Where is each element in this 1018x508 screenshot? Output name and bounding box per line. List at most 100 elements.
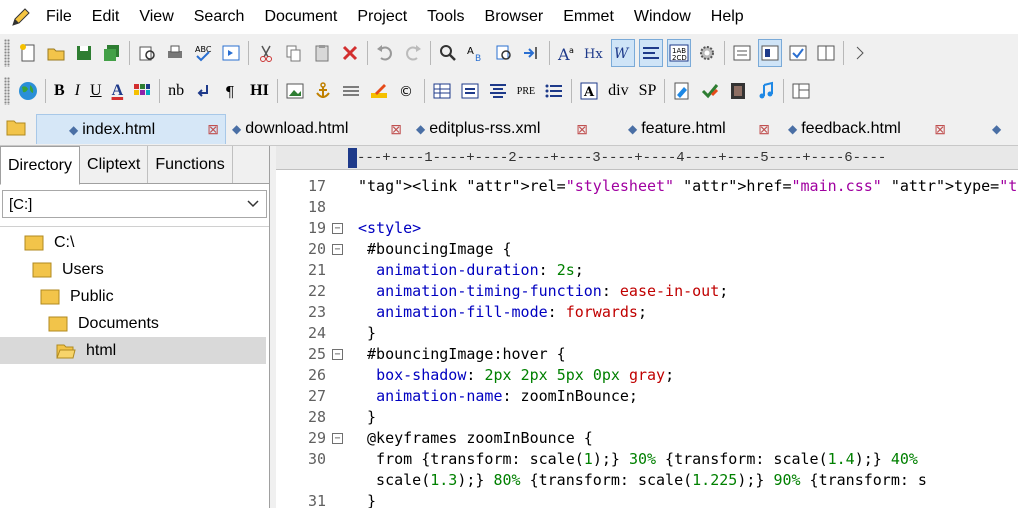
tree-item-public[interactable]: Public [40, 283, 114, 310]
menu-search[interactable]: Search [184, 0, 255, 34]
code-line[interactable]: 28 } [276, 407, 1018, 428]
font-tag-icon[interactable]: A [577, 77, 601, 105]
code-line[interactable]: scale(1.3);} 80% {transform: scale(1.225… [276, 470, 1018, 491]
menu-browser[interactable]: Browser [475, 0, 554, 34]
div-button[interactable]: div [605, 77, 631, 105]
word-wrap-icon[interactable]: W [611, 39, 635, 67]
menu-project[interactable]: Project [347, 0, 417, 34]
menu-edit[interactable]: Edit [82, 0, 130, 34]
collapse-icon[interactable]: − [332, 223, 343, 234]
print-icon[interactable] [163, 39, 187, 67]
form-icon[interactable] [458, 77, 482, 105]
code-line[interactable]: 30 from {transform: scale(1);} 30% {tran… [276, 449, 1018, 470]
menu-tools[interactable]: Tools [417, 0, 474, 34]
preformatted-button[interactable]: PRE [514, 77, 538, 105]
browser-preview-icon[interactable] [219, 39, 243, 67]
tree-item-c-drive[interactable]: C:\ [24, 229, 74, 256]
list-icon[interactable] [542, 77, 566, 105]
redo-icon[interactable] [401, 39, 425, 67]
replace-icon[interactable]: AB [464, 39, 488, 67]
code-line[interactable]: 29− @keyframes zoomInBounce { [276, 428, 1018, 449]
code-line[interactable]: 23 animation-fill-mode: forwards; [276, 302, 1018, 323]
copyright-icon[interactable]: © [395, 77, 419, 105]
drive-select[interactable]: [C:] [2, 190, 267, 218]
tab-functions[interactable]: Functions [148, 146, 233, 183]
underline-button[interactable]: U [87, 77, 105, 105]
font-size-icon[interactable]: Aa [555, 39, 579, 67]
close-tab-icon[interactable]: ⊠ [390, 121, 402, 138]
tab-cliptext[interactable]: Cliptext [80, 146, 149, 183]
tree-item-html[interactable]: html [0, 337, 266, 364]
line-break-icon[interactable] [191, 77, 215, 105]
tab-directory[interactable]: Directory [0, 146, 81, 185]
tab-download-html[interactable]: ◆ download.html ⊠ [230, 114, 408, 144]
settings-gear-icon[interactable] [695, 39, 719, 67]
collapse-icon[interactable]: − [332, 349, 343, 360]
menu-help[interactable]: Help [701, 0, 754, 34]
code-line[interactable]: 31 } [276, 491, 1018, 508]
menu-file[interactable]: File [36, 0, 82, 34]
tab-overflow[interactable]: ◆ [990, 114, 1018, 144]
undo-icon[interactable] [373, 39, 397, 67]
code-line[interactable]: 18 [276, 197, 1018, 218]
ruler-toggle-icon[interactable] [639, 39, 663, 67]
code-line[interactable]: 21 animation-duration: 2s; [276, 260, 1018, 281]
check-style-icon[interactable] [698, 77, 722, 105]
toolbar-grip[interactable] [4, 77, 10, 105]
close-tab-icon[interactable]: ⊠ [934, 121, 946, 138]
directory-window-icon[interactable] [758, 39, 782, 67]
close-tab-icon[interactable]: ⊠ [576, 121, 588, 138]
image-icon[interactable] [283, 77, 307, 105]
open-folder-icon[interactable] [44, 39, 68, 67]
find-icon[interactable] [436, 39, 460, 67]
line-number-icon[interactable]: 1AB 2CD [667, 39, 691, 67]
new-file-icon[interactable] [16, 39, 40, 67]
code-line[interactable]: 24 } [276, 323, 1018, 344]
tree-item-documents[interactable]: Documents [48, 310, 159, 337]
copy-icon[interactable] [282, 39, 306, 67]
frame-icon[interactable] [789, 77, 813, 105]
code-editor[interactable]: ---+----1----+----2----+----3----+----4-… [276, 146, 1018, 508]
edit-pencil-icon[interactable] [367, 77, 391, 105]
script-icon[interactable] [670, 77, 694, 105]
span-button[interactable]: SP [636, 77, 660, 105]
save-icon[interactable] [72, 39, 96, 67]
tab-editplus-rss-xml[interactable]: ◆ editplus-rss.xml ⊠ [414, 114, 594, 144]
menu-view[interactable]: View [129, 0, 183, 34]
code-line[interactable]: 22 animation-timing-function: ease-in-ou… [276, 281, 1018, 302]
print-preview-icon[interactable] [135, 39, 159, 67]
horizontal-rule-icon[interactable] [339, 77, 363, 105]
close-tab-icon[interactable]: ⊠ [207, 121, 219, 138]
media-film-icon[interactable] [726, 77, 750, 105]
color-grid-icon[interactable] [130, 77, 154, 105]
code-line[interactable]: 19− <style> [276, 218, 1018, 239]
paragraph-icon[interactable]: ¶ [219, 77, 243, 105]
spellcheck-icon[interactable]: ABC [191, 39, 215, 67]
collapse-icon[interactable]: − [332, 244, 343, 255]
tab-feedback-html[interactable]: ◆ feedback.html ⊠ [786, 114, 952, 144]
code-line[interactable]: 25− #bouncingImage:hover { [276, 344, 1018, 365]
more-icon[interactable] [849, 39, 873, 67]
output-window-icon[interactable] [730, 39, 754, 67]
close-tab-icon[interactable]: ⊠ [758, 121, 770, 138]
tab-feature-html[interactable]: ◆ feature.html ⊠ [626, 114, 776, 144]
goto-line-icon[interactable] [520, 39, 544, 67]
toolbar-grip[interactable] [4, 39, 10, 67]
tree-item-users[interactable]: Users [32, 256, 104, 283]
paste-icon[interactable] [310, 39, 334, 67]
delete-icon[interactable] [338, 39, 362, 67]
code-line[interactable]: 26 box-shadow: 2px 2px 5px 0px gray; [276, 365, 1018, 386]
nbsp-button[interactable]: nb [165, 77, 187, 105]
cliptext-window-icon[interactable] [786, 39, 810, 67]
menu-emmet[interactable]: Emmet [553, 0, 624, 34]
code-line[interactable]: 17 "tag"><link "attr">rel="stylesheet" "a… [276, 176, 1018, 197]
save-all-icon[interactable] [100, 39, 124, 67]
tab-index-html[interactable]: ◆ index.html ⊠ [36, 114, 226, 144]
collapse-icon[interactable]: − [332, 433, 343, 444]
menu-document[interactable]: Document [254, 0, 347, 34]
code-line[interactable]: 27 animation-name: zoomInBounce; [276, 386, 1018, 407]
hex-view-icon[interactable]: Hx [583, 39, 607, 67]
center-align-icon[interactable] [486, 77, 510, 105]
font-color-button[interactable]: A [109, 77, 127, 105]
folder-icon[interactable] [6, 118, 26, 136]
